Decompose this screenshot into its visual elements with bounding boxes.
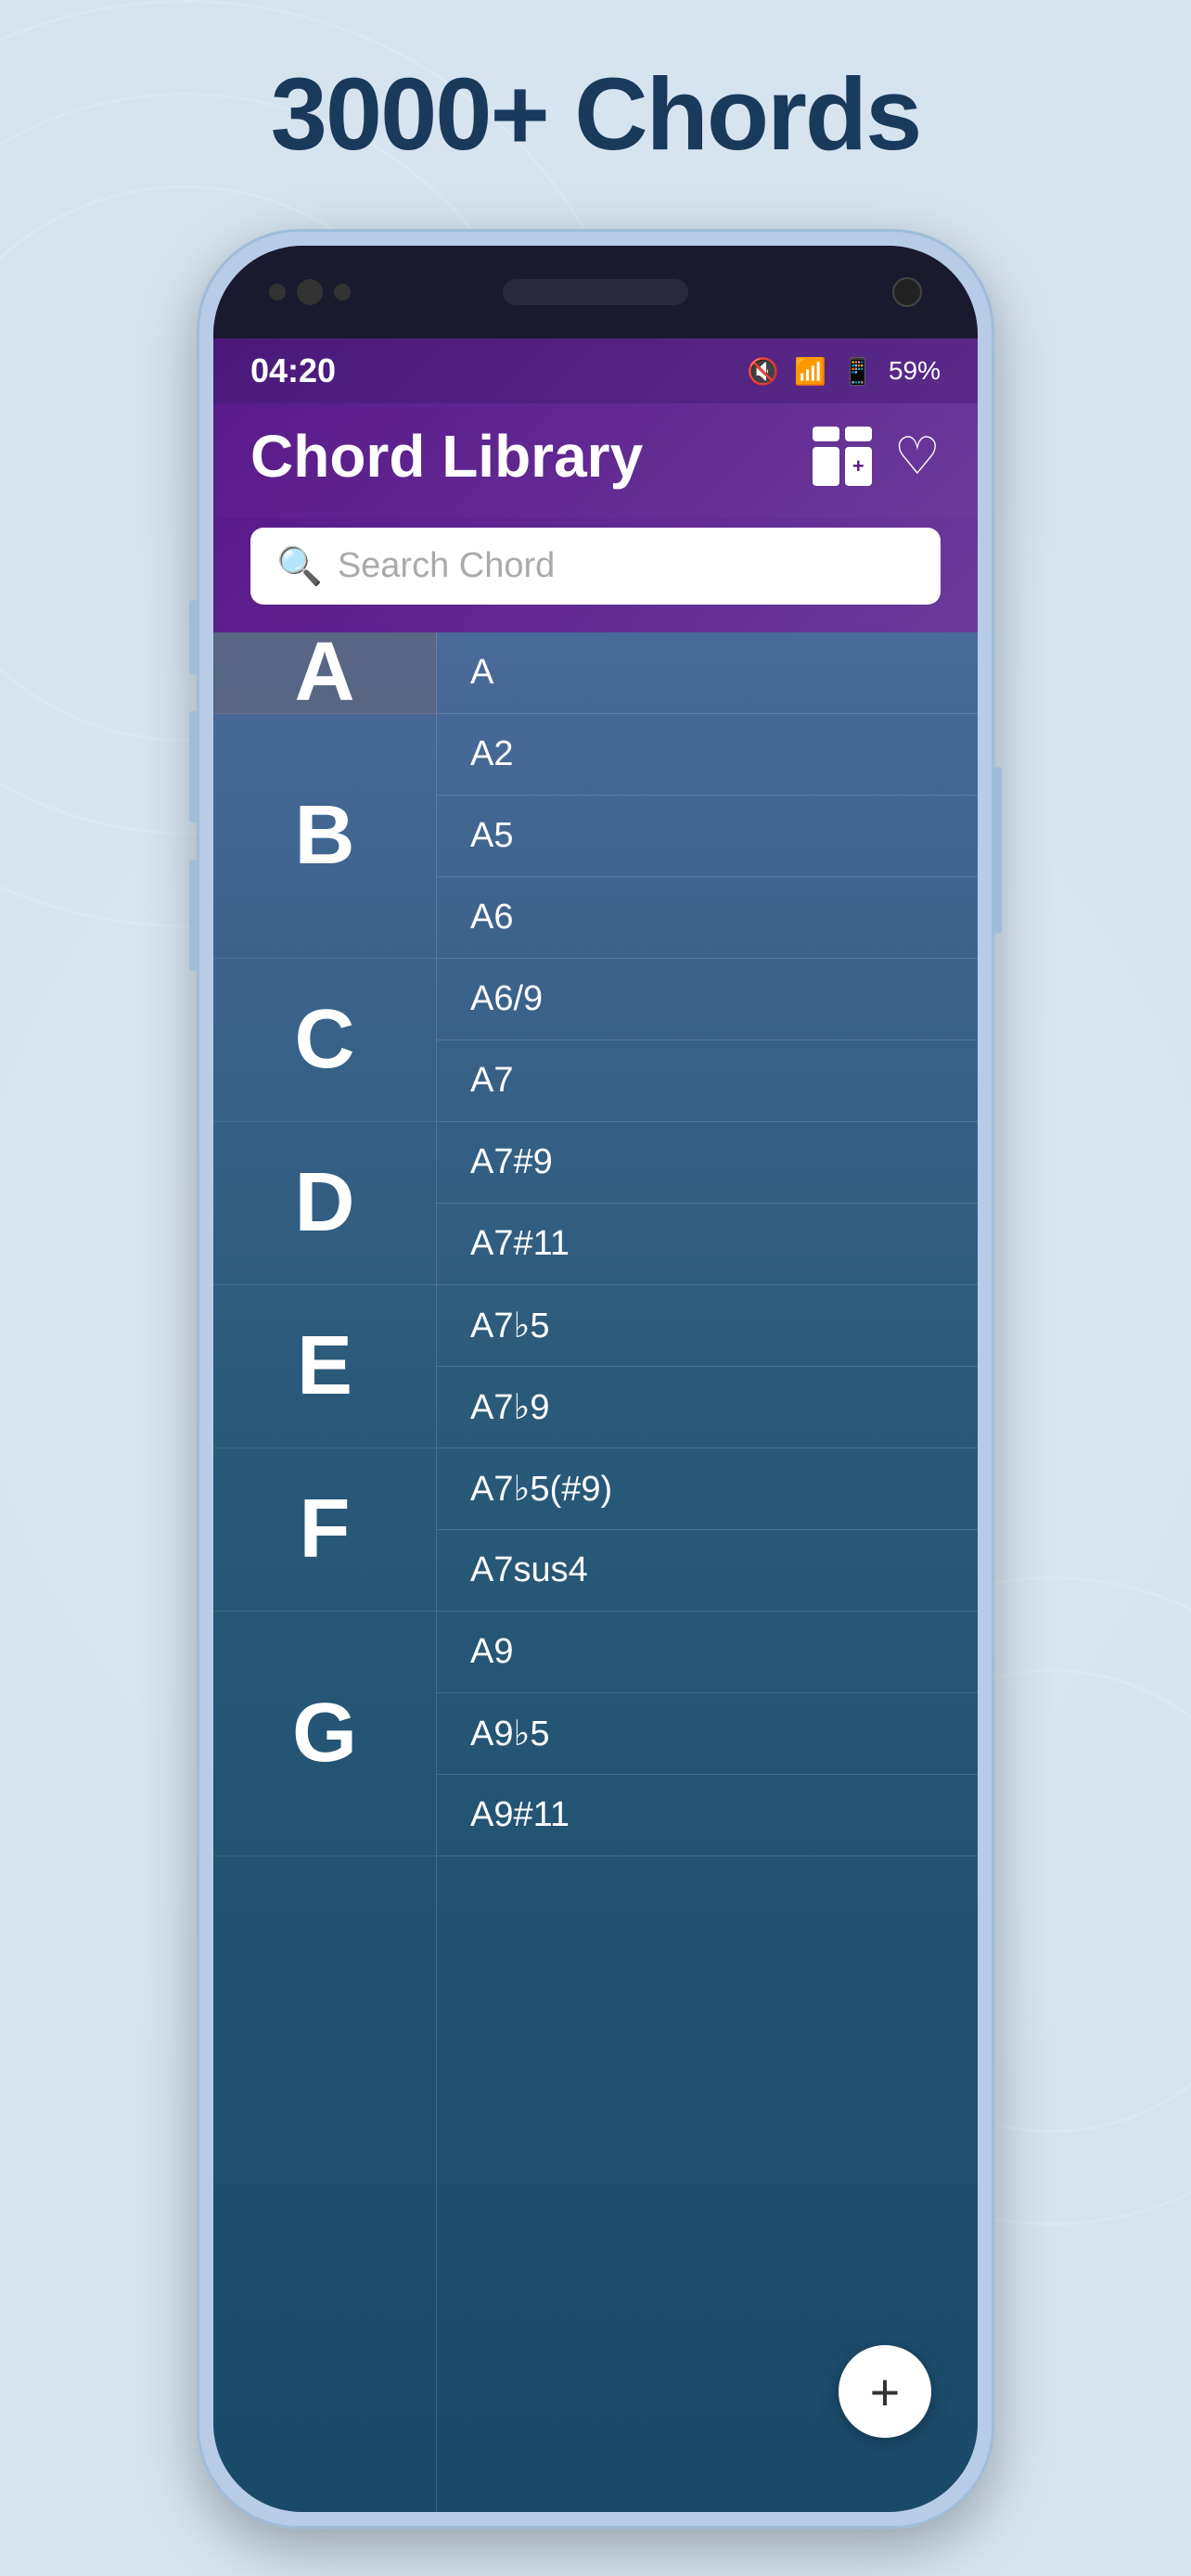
volume-down-button [189, 711, 198, 823]
status-icons: 🔇 📶 📱 59% [747, 356, 941, 387]
fab-add-button[interactable]: + [839, 2345, 931, 2438]
grid-cell-1 [813, 427, 839, 441]
letter-sidebar: A B C D E F [213, 632, 436, 2512]
chord-item-a7-flat5[interactable]: A7♭5 [437, 1285, 978, 1367]
chord-item-a9-flat5[interactable]: A9♭5 [437, 1693, 978, 1775]
chord-list-area: A B C D E F [213, 632, 978, 2512]
volume-up-button [189, 600, 198, 674]
chord-item-a[interactable]: A [437, 632, 978, 714]
chord-item-a7[interactable]: A7 [437, 1040, 978, 1122]
chord-item-a9[interactable]: A9 [437, 1612, 978, 1693]
status-bar: 04:20 🔇 📶 📱 59% [213, 338, 978, 403]
camera-button [189, 860, 198, 971]
chord-item-a2[interactable]: A2 [437, 714, 978, 796]
speaker-grill [503, 279, 688, 305]
camera-main [297, 279, 323, 305]
header-icons: + ♡ [813, 426, 941, 487]
chord-item-a7-flat5-sharp9[interactable]: A7♭5(#9) [437, 1448, 978, 1530]
letter-item-e[interactable]: E [213, 1285, 436, 1448]
chord-item-a7-sharp11[interactable]: A7#11 [437, 1204, 978, 1285]
camera-area [269, 279, 351, 305]
chord-list: A A2 A5 A6 A6/9 A7 [436, 632, 978, 2512]
favorites-icon[interactable]: ♡ [894, 426, 941, 487]
power-button [992, 767, 1002, 934]
phone-frame: 04:20 🔇 📶 📱 59% Chord Library [197, 229, 994, 2529]
search-placeholder: Search Chord [338, 546, 555, 586]
camera-dot-small [269, 284, 286, 300]
app-title: Chord Library [250, 422, 643, 491]
search-bar-container: 🔍 Search Chord [213, 518, 978, 632]
app-header: Chord Library + ♡ [213, 403, 978, 518]
letter-item-d[interactable]: D [213, 1122, 436, 1285]
signal-icon: 📱 [841, 356, 874, 387]
letter-item-a[interactable]: A [213, 632, 436, 714]
phone-screen: 04:20 🔇 📶 📱 59% Chord Library [213, 246, 978, 2512]
chord-item-a9-sharp11[interactable]: A9#11 [437, 1775, 978, 1856]
add-chord-grid-button[interactable]: + [813, 427, 872, 486]
status-time: 04:20 [250, 351, 336, 390]
letter-item-c[interactable]: C [213, 959, 436, 1122]
chord-item-a6[interactable]: A6 [437, 877, 978, 959]
battery-text: 59% [889, 356, 941, 386]
chord-item-a6-9[interactable]: A6/9 [437, 959, 978, 1040]
screen-content: 04:20 🔇 📶 📱 59% Chord Library [213, 338, 978, 2512]
search-icon: 🔍 [276, 544, 323, 588]
mute-icon: 🔇 [747, 356, 779, 387]
chord-item-a7-sharp9[interactable]: A7#9 [437, 1122, 978, 1204]
phone-top-hardware [213, 246, 978, 338]
wifi-icon: 📶 [794, 356, 826, 387]
chord-item-a7sus4[interactable]: A7sus4 [437, 1530, 978, 1612]
letter-item-f[interactable]: F [213, 1448, 436, 1612]
grid-cell-plus: + [845, 447, 872, 486]
front-camera [892, 277, 922, 307]
chord-item-a7-flat9[interactable]: A7♭9 [437, 1367, 978, 1448]
letter-item-g[interactable]: G [213, 1612, 436, 1856]
search-input-wrapper[interactable]: 🔍 Search Chord [250, 528, 941, 605]
letter-item-b[interactable]: B [213, 714, 436, 959]
camera-dot-3 [334, 284, 351, 300]
grid-cell-2 [845, 427, 872, 441]
chord-item-a5[interactable]: A5 [437, 796, 978, 877]
grid-cell-3 [813, 447, 839, 486]
page-title: 3000+ Chords [271, 56, 921, 173]
